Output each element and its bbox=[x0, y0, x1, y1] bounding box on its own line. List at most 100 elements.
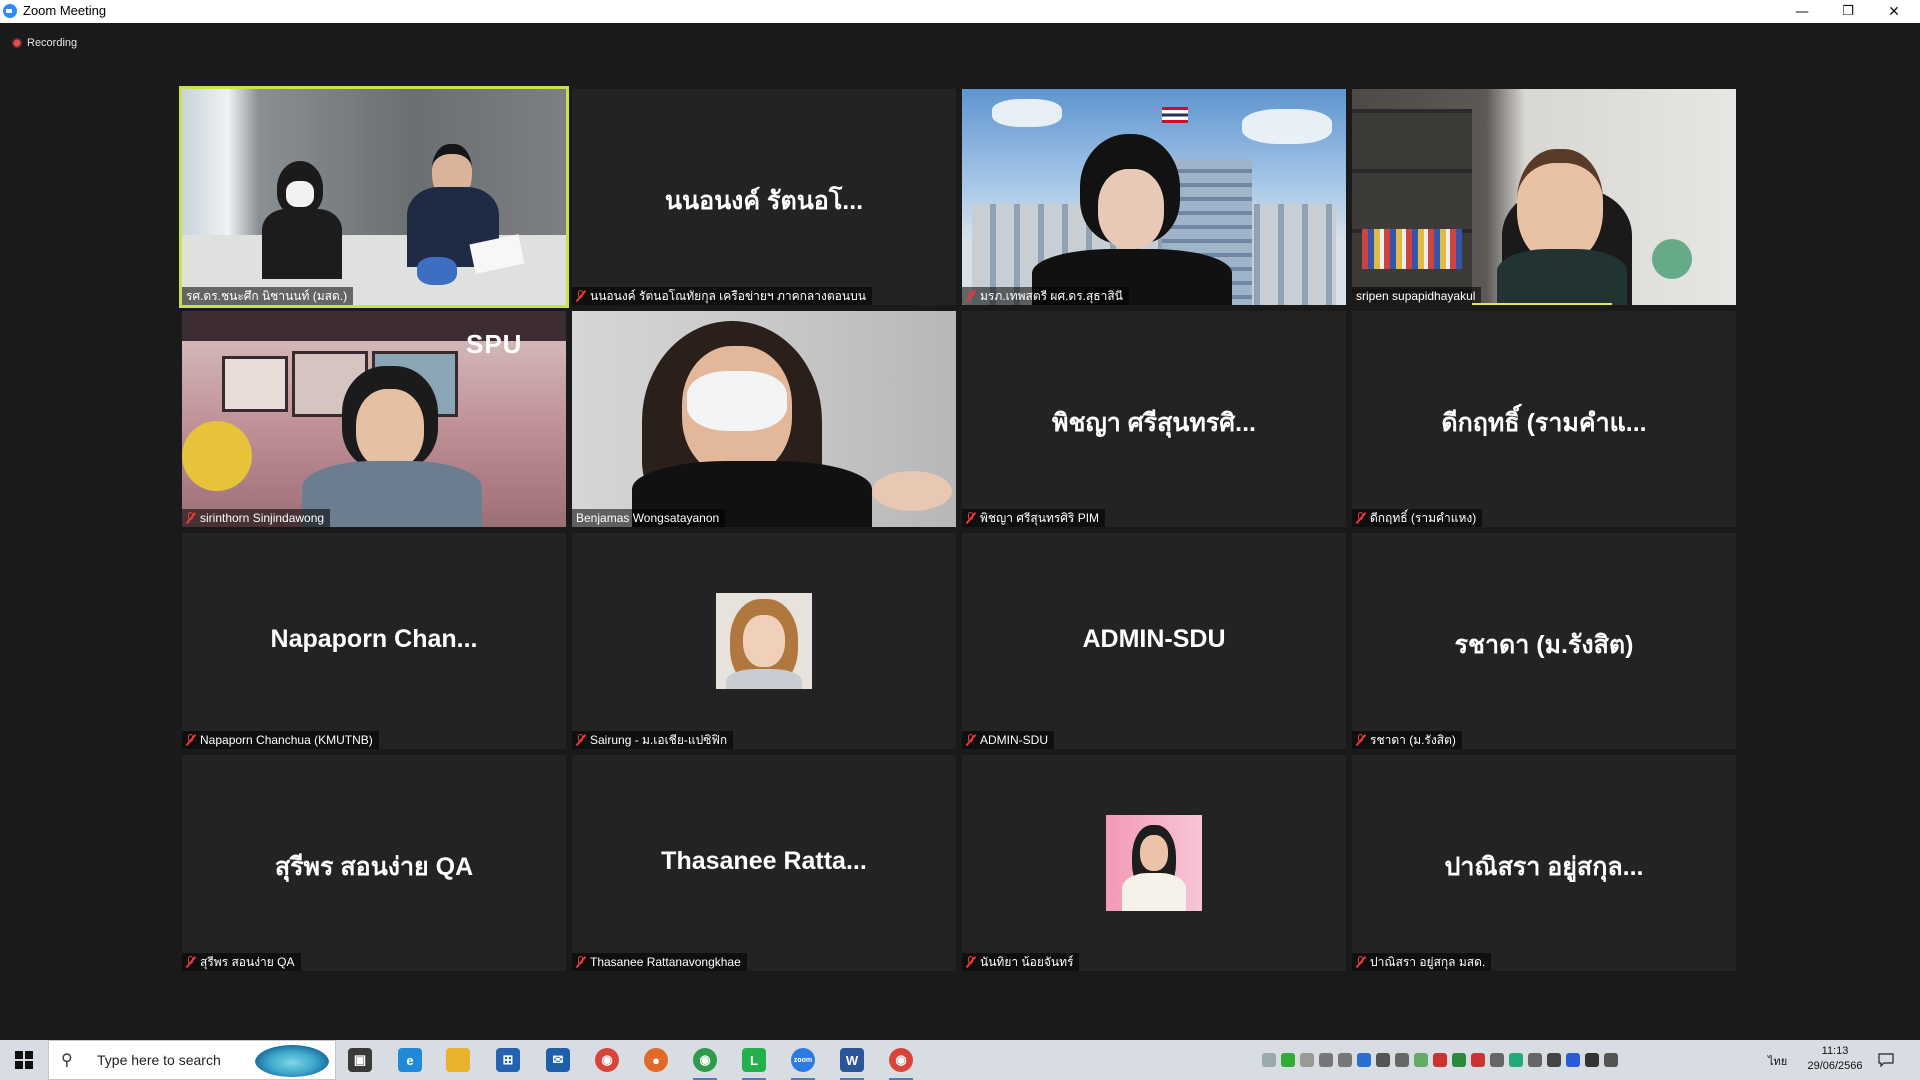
person-left-body bbox=[262, 209, 342, 279]
participant-tile[interactable]: ปาณิสรา อยู่สกุล... ปาณิสรา อยู่สกุล มสด. bbox=[1352, 755, 1736, 971]
participant-name: นนอนงค์ รัตนอโณทัยกุล เครือข่ายฯ ภาคกลาง… bbox=[590, 288, 866, 303]
mic-muted-icon bbox=[186, 734, 195, 746]
profile-photo bbox=[716, 593, 812, 689]
taskbar-app-line[interactable]: L bbox=[734, 1044, 774, 1080]
participant-name: รชาดา (ม.รังสิต) bbox=[1370, 732, 1456, 747]
taskbar-app-word[interactable]: W bbox=[832, 1044, 872, 1080]
search-highlight-icon bbox=[255, 1045, 329, 1077]
person-face bbox=[1517, 149, 1603, 263]
bookshelf bbox=[1352, 109, 1472, 305]
participant-name: Napaporn Chanchua (KMUTNB) bbox=[200, 733, 373, 747]
tray-icon[interactable] bbox=[1509, 1053, 1523, 1067]
language-indicator[interactable]: ไทย bbox=[1768, 1052, 1787, 1070]
flowers bbox=[182, 421, 252, 491]
participant-tile[interactable]: sripen supapidhayakul bbox=[1352, 89, 1736, 305]
face-mask bbox=[687, 371, 787, 431]
taskbar-app-firefox[interactable]: ● bbox=[636, 1044, 676, 1076]
participant-tile[interactable]: ดีกฤทธิ์ (รามคำแ... ดีกฤทธิ์ (รามคำแหง) bbox=[1352, 311, 1736, 527]
window-title: Zoom Meeting bbox=[23, 3, 107, 18]
participant-display-name: ดีกฤทธิ์ (รามคำแ... bbox=[1441, 409, 1647, 437]
system-tray bbox=[1262, 1040, 1618, 1080]
tray-icon[interactable] bbox=[1357, 1053, 1371, 1067]
participant-tile[interactable]: พิชญา ศรีสุนทรศิ... พิชญา ศรีสุนทรศิริ PI… bbox=[962, 311, 1346, 527]
tray-icon[interactable] bbox=[1585, 1053, 1599, 1067]
participant-tile[interactable]: สุรีพร สอนง่าย QA สุรีพร สอนง่าย QA bbox=[182, 755, 566, 971]
participant-tile[interactable]: มรภ.เทพสตรี ผศ.ดร.สุธาสินี bbox=[962, 89, 1346, 305]
file-explorer-icon bbox=[446, 1048, 470, 1072]
participant-name: sripen supapidhayakul bbox=[1356, 289, 1476, 303]
windows-taskbar: ⚲ Type here to search ▣ e ⊞ ✉ ◉ ● ◉ Lzoom W ◉ ไทย… bbox=[0, 1040, 1920, 1080]
participant-display-name: Napaporn Chan... bbox=[270, 625, 478, 653]
speaking-indicator bbox=[1472, 303, 1612, 305]
taskbar-app-zoom[interactable]: zoom bbox=[783, 1044, 823, 1080]
participant-tile[interactable]: นันทิยา น้อยจันทร์ bbox=[962, 755, 1346, 971]
tray-icon[interactable] bbox=[1262, 1053, 1276, 1067]
participant-tile[interactable]: Benjamas Wongsatayanon bbox=[572, 311, 956, 527]
cloud bbox=[1242, 109, 1332, 144]
close-button[interactable]: ✕ bbox=[1872, 0, 1916, 23]
participant-video bbox=[572, 533, 956, 749]
tray-icon[interactable] bbox=[1319, 1053, 1333, 1067]
tray-icon[interactable] bbox=[1414, 1053, 1428, 1067]
minimize-button[interactable]: — bbox=[1780, 0, 1824, 23]
participant-tile[interactable]: SPU sirinthorn Sinjindawong bbox=[182, 311, 566, 527]
recording-label: Recording bbox=[27, 37, 78, 49]
participant-tile[interactable]: Sairung - ม.เอเชีย-แปซิฟิก bbox=[572, 533, 956, 749]
taskbar-app-task-view[interactable]: ▣ bbox=[340, 1044, 380, 1076]
tray-icon[interactable] bbox=[1528, 1053, 1542, 1067]
zoom-app-icon bbox=[3, 4, 17, 18]
clock[interactable]: 11:13 29/06/2566 bbox=[1796, 1044, 1874, 1074]
mic-muted-icon bbox=[966, 290, 975, 302]
mic-muted-icon bbox=[576, 290, 585, 302]
tray-icon[interactable] bbox=[1433, 1053, 1447, 1067]
participant-video bbox=[962, 755, 1346, 971]
tray-icon[interactable] bbox=[1490, 1053, 1504, 1067]
taskbar-app-chrome-profile[interactable]: ◉ bbox=[685, 1044, 725, 1080]
participant-tile[interactable]: ADMIN-SDU ADMIN-SDU bbox=[962, 533, 1346, 749]
taskbar-app-mail[interactable]: ✉ bbox=[538, 1044, 578, 1076]
plant bbox=[1652, 239, 1692, 279]
tray-icon[interactable] bbox=[1547, 1053, 1561, 1067]
tray-icon[interactable] bbox=[1376, 1053, 1390, 1067]
tray-icon[interactable] bbox=[1604, 1053, 1618, 1067]
participant-display-name: ADMIN-SDU bbox=[1082, 625, 1226, 653]
participant-name: มรภ.เทพสตรี ผศ.ดร.สุธาสินี bbox=[980, 288, 1123, 303]
participant-tile[interactable]: รศ.ดร.ชนะศึก นิชานนท์ (มสด.) bbox=[179, 86, 569, 308]
mic-muted-icon bbox=[576, 734, 585, 746]
tray-icon[interactable] bbox=[1300, 1053, 1314, 1067]
tray-icon[interactable] bbox=[1338, 1053, 1352, 1067]
participant-display-name: พิชญา ศรีสุนทรศิ... bbox=[1052, 409, 1256, 437]
tray-icon[interactable] bbox=[1452, 1053, 1466, 1067]
notification-icon bbox=[1878, 1053, 1894, 1067]
participant-tile[interactable]: รชาดา (ม.รังสิต) รชาดา (ม.รังสิต) bbox=[1352, 533, 1736, 749]
participant-name: ปาณิสรา อยู่สกุล มสด. bbox=[1370, 954, 1486, 969]
tray-icon[interactable] bbox=[1395, 1053, 1409, 1067]
hand bbox=[872, 471, 952, 511]
chrome-icon: ◉ bbox=[595, 1048, 619, 1072]
taskbar-app-chrome[interactable]: ◉ bbox=[587, 1044, 627, 1076]
mic-muted-icon bbox=[1356, 956, 1365, 968]
restore-button[interactable]: ❐ bbox=[1826, 0, 1870, 23]
tray-icon[interactable] bbox=[1471, 1053, 1485, 1067]
participant-name-label: รศ.ดร.ชนะศึก นิชานนท์ (มสด.) bbox=[182, 287, 354, 305]
taskbar-app-store[interactable]: ⊞ bbox=[488, 1044, 528, 1076]
participant-name-label: นันทิยา น้อยจันทร์ bbox=[962, 953, 1080, 971]
taskbar-app-chrome-2[interactable]: ◉ bbox=[881, 1044, 921, 1080]
taskbar-app-edge[interactable]: e bbox=[390, 1044, 430, 1076]
participant-name: รศ.ดร.ชนะศึก นิชานนท์ (มสด.) bbox=[186, 288, 348, 303]
participant-name: ดีกฤทธิ์ (รามคำแหง) bbox=[1370, 510, 1477, 525]
tray-icon[interactable] bbox=[1281, 1053, 1295, 1067]
participant-tile[interactable]: Napaporn Chan... Napaporn Chanchua (KMUTN… bbox=[182, 533, 566, 749]
participant-name-label: Sairung - ม.เอเชีย-แปซิฟิก bbox=[572, 731, 734, 749]
tray-icon[interactable] bbox=[1566, 1053, 1580, 1067]
mail-icon: ✉ bbox=[546, 1048, 570, 1072]
participant-tile[interactable]: Thasanee Ratta... Thasanee Rattanavongkha… bbox=[572, 755, 956, 971]
recording-indicator[interactable]: Recording bbox=[12, 35, 77, 51]
notification-center-button[interactable] bbox=[1876, 1050, 1896, 1070]
participant-tile[interactable]: นนอนงค์ รัตนอโ... นนอนงค์ รัตนอโณทัยกุล เ… bbox=[572, 89, 956, 305]
taskbar-search-box[interactable]: ⚲ Type here to search bbox=[48, 1040, 336, 1080]
taskbar-app-file-explorer[interactable] bbox=[438, 1044, 478, 1076]
mic-muted-icon bbox=[186, 956, 195, 968]
mic-muted-icon bbox=[1356, 512, 1365, 524]
start-button[interactable] bbox=[0, 1040, 48, 1080]
